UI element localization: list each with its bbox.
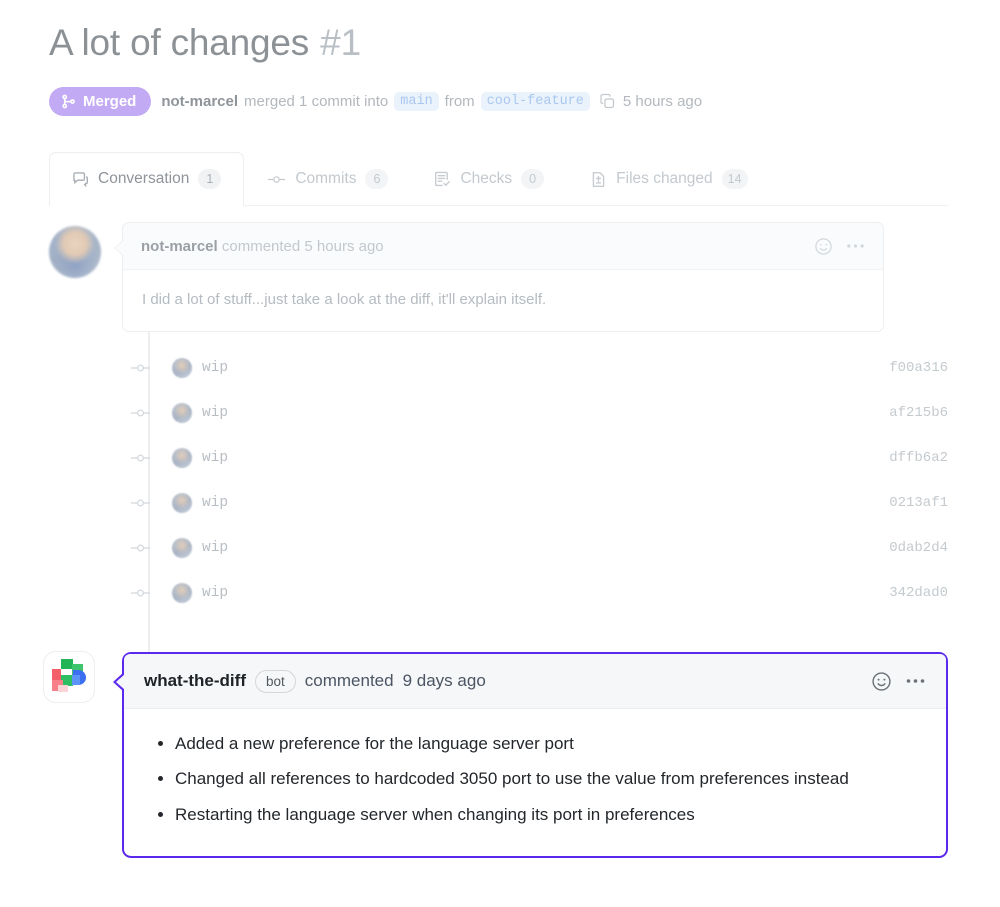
- user-comment-body: I did a lot of stuff...just take a look …: [142, 291, 547, 308]
- commit-sha[interactable]: 0213af1: [889, 495, 948, 511]
- head-branch-chip[interactable]: cool-feature: [480, 92, 590, 111]
- tab-files-changed-label: Files changed: [616, 170, 713, 187]
- merge-description: not-marcel merged 1 commit into main fro…: [161, 92, 702, 111]
- user-comment-card: not-marcel commented 5 hours ago I did a…: [114, 222, 884, 332]
- commit-sha[interactable]: af215b6: [889, 405, 948, 421]
- commit-sha[interactable]: 0dab2d4: [889, 540, 948, 556]
- commit-sha[interactable]: dffb6a2: [889, 450, 948, 466]
- tab-commits[interactable]: Commits 6: [244, 152, 411, 206]
- bot-comment-header: what-the-diff bot commented 9 days ago: [124, 654, 946, 709]
- merge-action-text: merged 1 commit into: [244, 93, 389, 110]
- commit-message[interactable]: wip: [202, 585, 228, 601]
- status-badge: bot: [254, 669, 296, 693]
- commit-node-icon: [130, 586, 151, 600]
- commit-node-icon: [130, 451, 151, 465]
- pr-status-row: Merged not-marcel merged 1 commit into m…: [49, 87, 702, 116]
- file-diff-icon: [590, 171, 607, 188]
- user-comment-meta: not-marcel commented 5 hours ago: [141, 238, 384, 255]
- avatar[interactable]: [172, 537, 192, 558]
- git-merge-icon: [61, 94, 76, 109]
- tab-commits-count: 6: [365, 169, 389, 189]
- comment-action: commented: [304, 671, 394, 690]
- smiley-icon[interactable]: [871, 671, 892, 692]
- merge-author[interactable]: not-marcel: [161, 93, 238, 110]
- comment-arrow: [114, 240, 123, 256]
- commit-node-icon: [130, 406, 151, 420]
- commit-message[interactable]: wip: [202, 540, 228, 556]
- bot-comment-card: what-the-diff bot commented 9 days ago •…: [113, 652, 948, 859]
- list-item: Restarting the language server when chan…: [175, 802, 922, 828]
- tab-files-changed-count: 14: [721, 169, 748, 189]
- tab-checks-label: Checks: [460, 170, 513, 187]
- status-badge: Merged: [49, 87, 152, 116]
- avatar[interactable]: [172, 492, 192, 513]
- what-the-diff-logo-icon: [52, 659, 86, 692]
- table-row[interactable]: wip 342dad0: [122, 570, 948, 615]
- comment-author[interactable]: what-the-diff: [144, 671, 246, 691]
- base-branch-chip[interactable]: main: [394, 92, 439, 111]
- avatar[interactable]: [172, 402, 192, 423]
- table-row[interactable]: wip af215b6: [122, 390, 948, 435]
- copy-icon[interactable]: [599, 93, 616, 110]
- tab-checks[interactable]: Checks 0: [411, 152, 567, 206]
- from-text: from: [444, 93, 475, 110]
- smiley-icon[interactable]: [814, 237, 833, 256]
- tab-commits-label: Commits: [295, 170, 357, 187]
- comment-arrow: [113, 672, 125, 692]
- tab-conversation[interactable]: Conversation 1: [49, 152, 245, 206]
- tab-conversation-count: 1: [198, 169, 222, 189]
- commit-node-icon: [130, 496, 151, 510]
- commit-message[interactable]: wip: [202, 450, 228, 466]
- status-badge-label: Merged: [83, 93, 137, 110]
- user-comment-actions: [814, 237, 865, 256]
- avatar[interactable]: [172, 447, 192, 468]
- page-title: A lot of changes #1: [49, 22, 361, 64]
- tab-conversation-label: Conversation: [98, 170, 190, 187]
- tab-checks-count: 0: [521, 169, 545, 189]
- avatar[interactable]: [172, 357, 192, 378]
- table-row[interactable]: wip 0213af1: [122, 480, 948, 525]
- bot-comment-body: Added a new preference for the language …: [124, 709, 946, 856]
- kebab-horizontal-icon[interactable]: [846, 243, 865, 249]
- avatar[interactable]: [49, 226, 101, 278]
- table-row[interactable]: wip f00a316: [122, 345, 948, 390]
- comment-timestamp: 5 hours ago: [304, 237, 384, 255]
- merge-timestamp: 5 hours ago: [622, 93, 703, 110]
- list-item: Changed all references to hardcoded 3050…: [175, 766, 922, 792]
- table-row[interactable]: wip 0dab2d4: [122, 525, 948, 570]
- commit-sha[interactable]: 342dad0: [889, 585, 948, 601]
- commit-list: wip f00a316 wip af215b6 wip dffb6a2 wip …: [122, 345, 948, 615]
- avatar[interactable]: [43, 651, 95, 703]
- commit-message[interactable]: wip: [202, 360, 228, 376]
- table-row[interactable]: wip dffb6a2: [122, 435, 948, 480]
- commit-icon: [267, 171, 286, 188]
- commit-node-icon: [130, 541, 151, 555]
- user-comment-header: not-marcel commented 5 hours ago: [123, 223, 883, 270]
- tab-files-changed[interactable]: Files changed 14: [567, 152, 770, 206]
- pr-tabs: Conversation 1 Commits 6 Checks 0 Files …: [49, 152, 948, 206]
- commit-message[interactable]: wip: [202, 495, 228, 511]
- pr-title-text: A lot of changes: [49, 22, 310, 63]
- comment-action: commented: [221, 237, 301, 255]
- commit-message[interactable]: wip: [202, 405, 228, 421]
- avatar[interactable]: [172, 582, 192, 603]
- pull-request-page: A lot of changes #1 Merged not-marcel me…: [0, 0, 1000, 907]
- comment-timestamp: 9 days ago: [402, 671, 486, 690]
- commit-node-icon: [130, 361, 151, 375]
- bot-comment-actions: [871, 671, 926, 692]
- bot-summary-list: Added a new preference for the language …: [148, 731, 922, 828]
- comment-author[interactable]: not-marcel: [141, 238, 218, 255]
- list-item: Added a new preference for the language …: [175, 731, 922, 757]
- checklist-icon: [434, 171, 451, 188]
- commit-sha[interactable]: f00a316: [889, 360, 948, 376]
- comment-icon: [72, 171, 89, 188]
- kebab-horizontal-icon[interactable]: [905, 678, 926, 684]
- bot-comment-meta: what-the-diff bot commented 9 days ago: [144, 669, 486, 693]
- pr-number: #1: [320, 22, 362, 63]
